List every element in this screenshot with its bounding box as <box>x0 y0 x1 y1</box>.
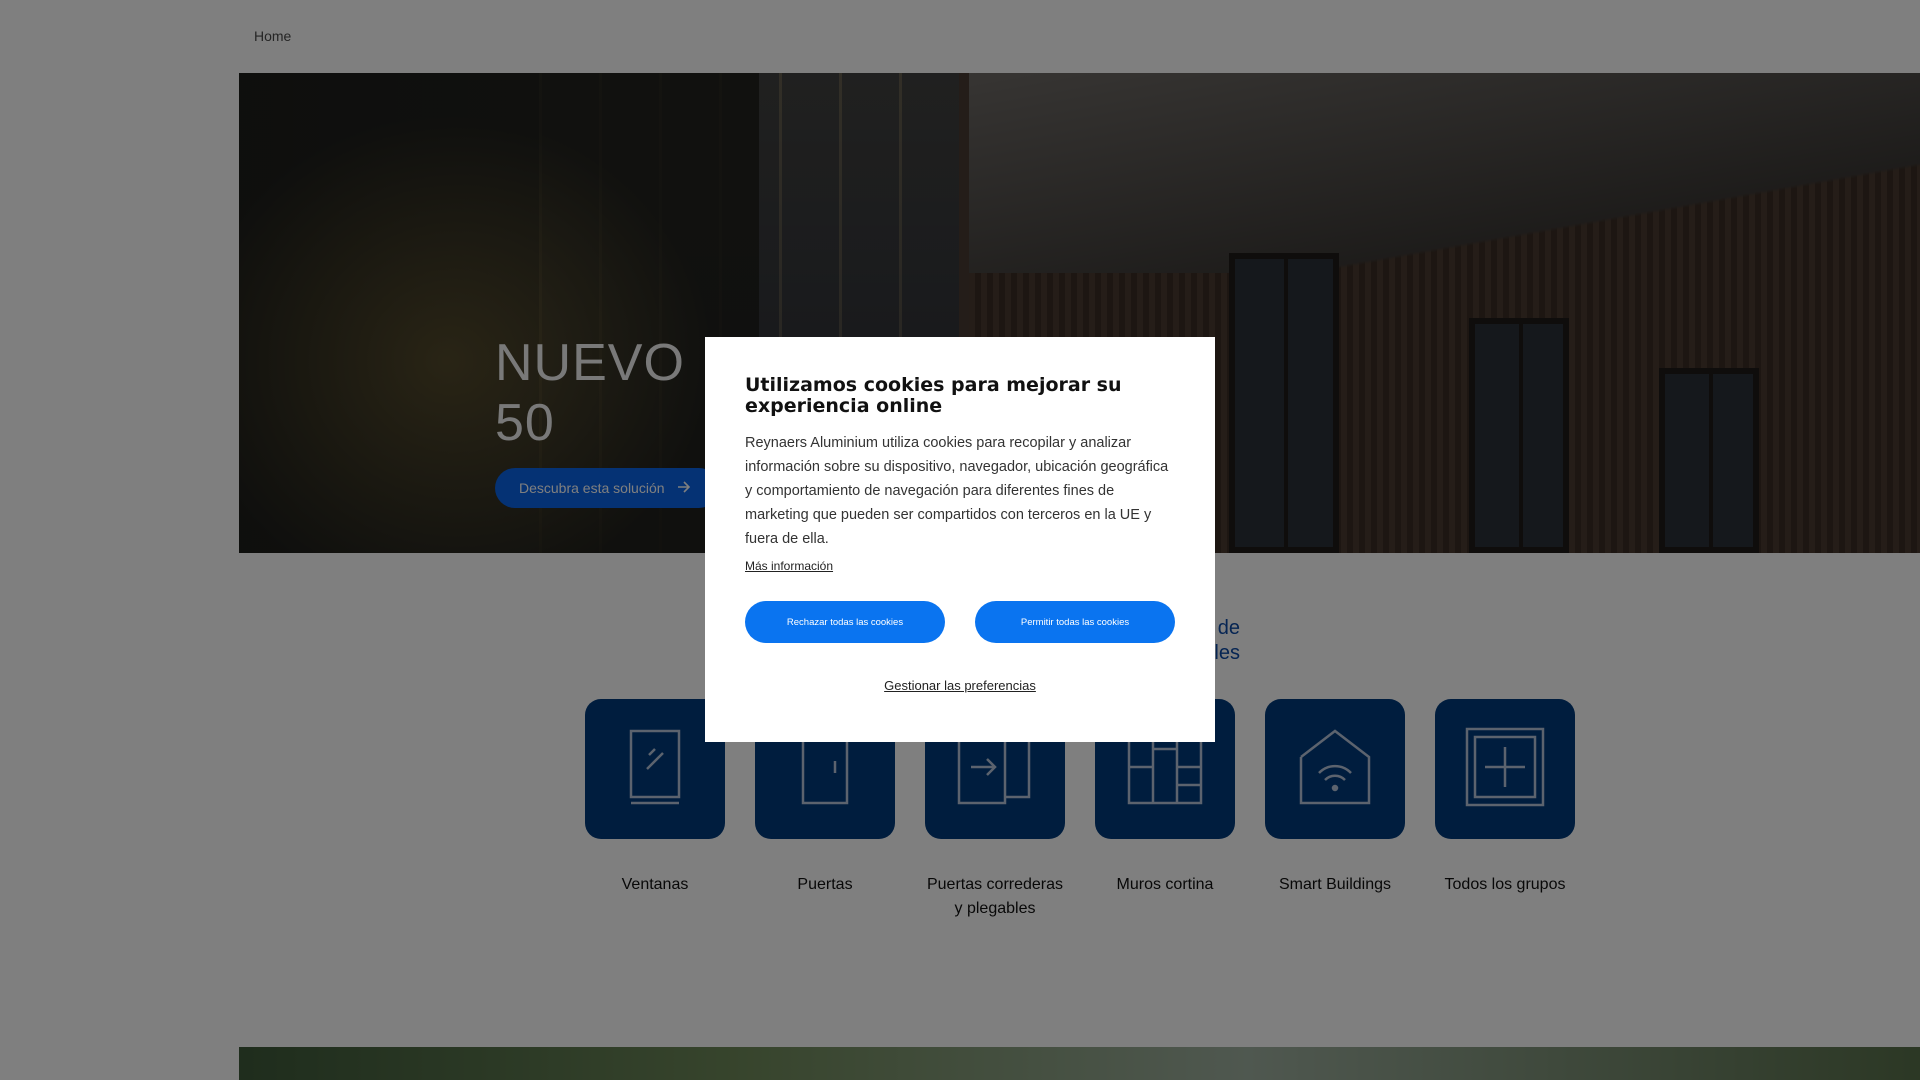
more-info-link[interactable]: Más información <box>745 559 833 573</box>
cookie-consent-dialog: Utilizamos cookies para mejorar su exper… <box>705 337 1215 742</box>
cookie-dialog-body: Reynaers Aluminium utiliza cookies para … <box>745 435 1169 547</box>
allow-all-cookies-button[interactable]: Permitir todas las cookies <box>975 601 1175 643</box>
reject-all-cookies-button[interactable]: Rechazar todas las cookies <box>745 601 945 643</box>
manage-preferences-link[interactable]: Gestionar las preferencias <box>884 678 1036 693</box>
cookie-button-row: Rechazar todas las cookies Permitir toda… <box>745 601 1175 643</box>
cookie-dialog-title: Utilizamos cookies para mejorar su exper… <box>745 374 1122 417</box>
manage-preferences-container: Gestionar las preferencias <box>745 677 1175 695</box>
